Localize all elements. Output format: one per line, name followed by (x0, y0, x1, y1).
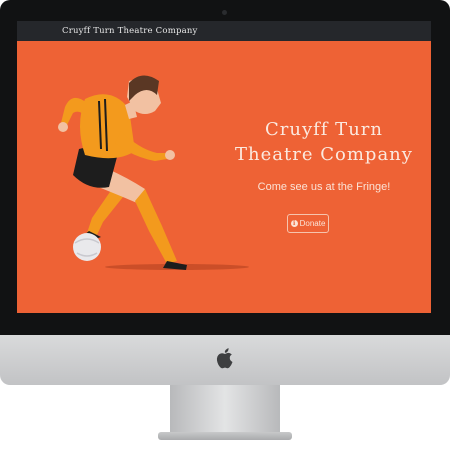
camera-icon (222, 10, 227, 15)
hero-title-line-2: Theatre Company (235, 144, 413, 165)
hero-title: Cruyff Turn Theatre Company (224, 117, 424, 167)
hero-tagline: Come see us at the Fringe! (257, 181, 391, 193)
hero-title-line-1: Cruyff Turn (265, 119, 383, 140)
footballer-illustration (58, 75, 249, 270)
monitor-stand (170, 385, 280, 435)
donate-button-label: Donate (299, 219, 326, 228)
website-screen: Cruyff Turn Theatre Company Cruyff Turn … (17, 21, 431, 313)
apple-logo-icon (216, 348, 233, 369)
donate-button[interactable]: i Donate (287, 214, 329, 233)
info-icon: i (290, 220, 298, 227)
monitor-chin (0, 335, 450, 385)
monitor-stand-base (158, 432, 292, 440)
monitor-bezel: Cruyff Turn Theatre Company Cruyff Turn … (0, 0, 450, 335)
